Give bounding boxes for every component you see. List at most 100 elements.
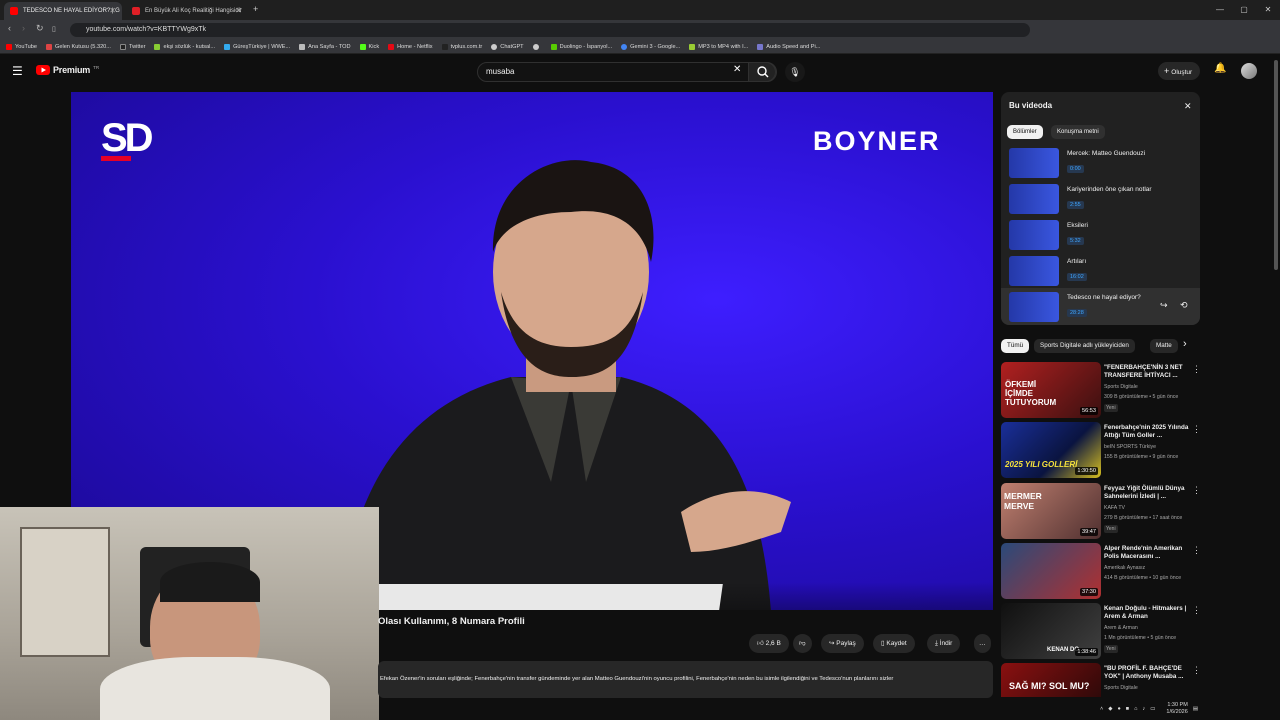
bookmark-item[interactable]: Home - Netflix — [388, 43, 433, 50]
bookmark-item[interactable]: ChatGPT — [491, 43, 524, 50]
bookmark-page-icon[interactable]: ▯ — [52, 25, 56, 33]
download-icon: ⤓ — [935, 640, 938, 647]
chapter-time: 2:55 — [1067, 201, 1084, 209]
avatar[interactable] — [1241, 63, 1257, 79]
thumbs-down-icon: 👎︎ — [799, 640, 806, 647]
thumbnail-text: MERMER MERVE — [1004, 491, 1042, 511]
forward-icon[interactable]: › — [22, 23, 25, 33]
bookmark-item[interactable]: tvplus.com.tr — [441, 43, 482, 50]
browser-tab-active[interactable]: TEDESCO NE HAYAL EDİYOR? | G ✕ — [4, 2, 122, 20]
more-options-icon[interactable]: ⋮ — [1192, 485, 1201, 496]
recommendation-item[interactable]: SAĞ MI? SOL MU? "BU PROFİL F. BAHÇE'DE Y… — [1001, 663, 1201, 697]
close-panel-icon[interactable]: ✕ — [1184, 101, 1192, 112]
more-options-icon[interactable]: ⋮ — [1192, 424, 1201, 435]
clock[interactable]: 1:30 PM 1/6/2026 — [1166, 702, 1187, 716]
minimize-button[interactable]: — — [1208, 0, 1232, 20]
download-button[interactable]: ⤓ İndir — [927, 634, 961, 653]
notifications-bell-icon[interactable]: 🔔 — [1214, 63, 1226, 74]
filter-all[interactable]: Tümü — [1001, 339, 1030, 353]
youtube-logo[interactable]: Premium TR — [36, 65, 99, 75]
bookmark-item[interactable]: Kick — [359, 43, 379, 50]
sd-logo-underline — [101, 156, 131, 161]
new-tab-button[interactable]: + — [253, 4, 258, 14]
more-options-icon[interactable]: ⋮ — [1192, 665, 1201, 676]
recommendation-item[interactable]: KENAN DO 1:38:46 Kenan Doğulu - Hitmaker… — [1001, 603, 1201, 661]
video-title: Alper Rende'nin Amerikan Polis Macerasın… — [1104, 545, 1183, 560]
bookmark-item[interactable]: GüreşTürkiye | WWE... — [224, 43, 290, 50]
back-icon[interactable]: ‹ — [8, 23, 11, 33]
description-box[interactable]: Efekan Özener'in soruları eşliğinde; Fen… — [378, 661, 993, 698]
bookmark-item[interactable]: Ana Sayfa - TOD — [299, 43, 351, 50]
chapters-panel: Bu videoda ✕ Bölümler Konuşma metni Merc… — [1001, 92, 1200, 325]
chapter-item[interactable]: Artıları 16:02 — [1009, 256, 1195, 288]
chapter-time: 5:32 — [1067, 237, 1084, 245]
video-title: Olası Kullanımı, 8 Numara Profili — [378, 616, 525, 627]
create-button[interactable]: + Oluştur — [1158, 62, 1201, 80]
duration-badge: 1:38:46 — [1075, 648, 1098, 656]
tray-app-icon[interactable]: ■ — [1126, 706, 1129, 712]
tab-transcript[interactable]: Konuşma metni — [1051, 125, 1105, 139]
close-tab-icon[interactable]: ✕ — [235, 6, 242, 15]
more-options-icon[interactable]: ⋮ — [1192, 605, 1201, 616]
hamburger-menu-icon[interactable]: ☰ — [12, 64, 23, 78]
share-button[interactable]: ↪ Paylaş — [821, 634, 864, 653]
loop-icon[interactable]: ⟲ — [1180, 300, 1188, 311]
filter-matteo[interactable]: Matte — [1150, 339, 1178, 353]
chapter-item[interactable]: Eksileri 5:32 — [1009, 220, 1195, 252]
browser-tab[interactable]: En Büyük Ali Koç Realitiği Hangisidir ✕ — [126, 2, 248, 20]
bookmark-icon: ▯ — [881, 640, 885, 647]
recommendation-item[interactable]: MERMER MERVE 39:47 Feyyaz Yiğit Ölümlü D… — [1001, 483, 1201, 541]
voice-search-icon[interactable]: 🎙 — [785, 62, 805, 82]
notification-icon[interactable]: ▤ — [1193, 706, 1198, 712]
chevron-right-icon[interactable]: › — [1183, 338, 1187, 350]
site-icon — [757, 43, 764, 50]
bookmark-item[interactable]: Gemini 3 - Google... — [621, 43, 680, 50]
like-button[interactable]: 👍︎ 2,6 B — [749, 634, 789, 653]
tray-app-icon[interactable]: ● — [1117, 706, 1120, 712]
tab-chapters[interactable]: Bölümler — [1007, 125, 1043, 139]
more-options-icon[interactable]: ⋮ — [1192, 545, 1201, 556]
search-input[interactable]: musaba — [477, 62, 777, 82]
chapter-title: Eksileri — [1067, 222, 1088, 229]
video-title: "BU PROFİL F. BAHÇE'DE YOK" | Anthony Mu… — [1104, 665, 1184, 680]
close-tab-icon[interactable]: ✕ — [109, 6, 116, 15]
chapter-title: Artıları — [1067, 258, 1087, 265]
bookmark-item[interactable]: Twitter — [119, 43, 145, 50]
more-options-icon[interactable]: ⋮ — [1192, 364, 1201, 375]
filter-uploader[interactable]: Sports Digitale adlı yükleyiciden — [1034, 339, 1135, 353]
share-chapter-icon[interactable]: ↪ — [1160, 300, 1168, 311]
recommendation-item[interactable]: 2025 YILI GOLLERİ 1:30:50 Fenerbahçe'nin… — [1001, 422, 1201, 480]
close-window-button[interactable]: ✕ — [1256, 0, 1280, 20]
channel-name: beIN SPORTS Türkiye — [1104, 444, 1156, 450]
bookmark-item[interactable]: YouTube — [6, 43, 37, 50]
chapter-item[interactable]: Mercek: Matteo Guendouzi 0:00 — [1009, 148, 1195, 180]
bookmark-item[interactable] — [532, 43, 542, 50]
search-button[interactable] — [748, 62, 776, 82]
reload-icon[interactable]: ↻ — [36, 23, 44, 34]
more-actions-button[interactable]: … — [974, 634, 991, 653]
url-field[interactable]: youtube.com/watch?v=KBTTYWg9xTk — [70, 23, 1030, 37]
video-meta: 309 B görüntüleme • 5 gün önce — [1104, 394, 1179, 400]
bookmark-item[interactable]: MP3 to MP4 with I... — [689, 43, 748, 50]
thumbnail-text: 2025 YILI GOLLERİ — [1005, 460, 1078, 469]
volume-icon[interactable]: ♪ — [1142, 706, 1145, 712]
bookmark-item[interactable]: Duolingo - İspanyol... — [550, 43, 612, 50]
chevron-up-icon[interactable]: ˄ — [1100, 706, 1103, 712]
bookmark-item[interactable]: Gelen Kutusu (5.320... — [45, 43, 111, 50]
save-button[interactable]: ▯ Kaydet — [873, 634, 915, 653]
recommendation-item[interactable]: 37:30 Alper Rende'nin Amerikan Polis Mac… — [1001, 543, 1201, 601]
bookmark-item[interactable]: Audio Speed and Pi... — [757, 43, 820, 50]
tab-label: TEDESCO NE HAYAL EDİYOR? | G — [23, 8, 120, 14]
address-toolbar: ‹ › ↻ ▯ youtube.com/watch?v=KBTTYWg9xTk — [0, 20, 1280, 52]
maximize-button[interactable]: ▢ — [1232, 0, 1256, 20]
dislike-button[interactable]: 👎︎ — [793, 634, 812, 653]
recommendation-item[interactable]: ÖFKEMİ İÇİMDE TUTUYORUM 56:53 "FENERBAHÇ… — [1001, 362, 1201, 420]
youtube-icon — [6, 43, 12, 50]
page-scrollbar[interactable] — [1274, 60, 1278, 270]
chapter-item[interactable]: Kariyerinden öne çıkan notlar 2:55 — [1009, 184, 1195, 216]
battery-icon[interactable]: ▭ — [1150, 706, 1155, 712]
tray-app-icon[interactable]: ◆ — [1108, 706, 1112, 712]
clear-search-icon[interactable]: ✕ — [733, 64, 741, 75]
bookmark-item[interactable]: ekşi sözlük - kutsal... — [154, 43, 215, 50]
network-icon[interactable]: ⌂ — [1134, 706, 1137, 712]
